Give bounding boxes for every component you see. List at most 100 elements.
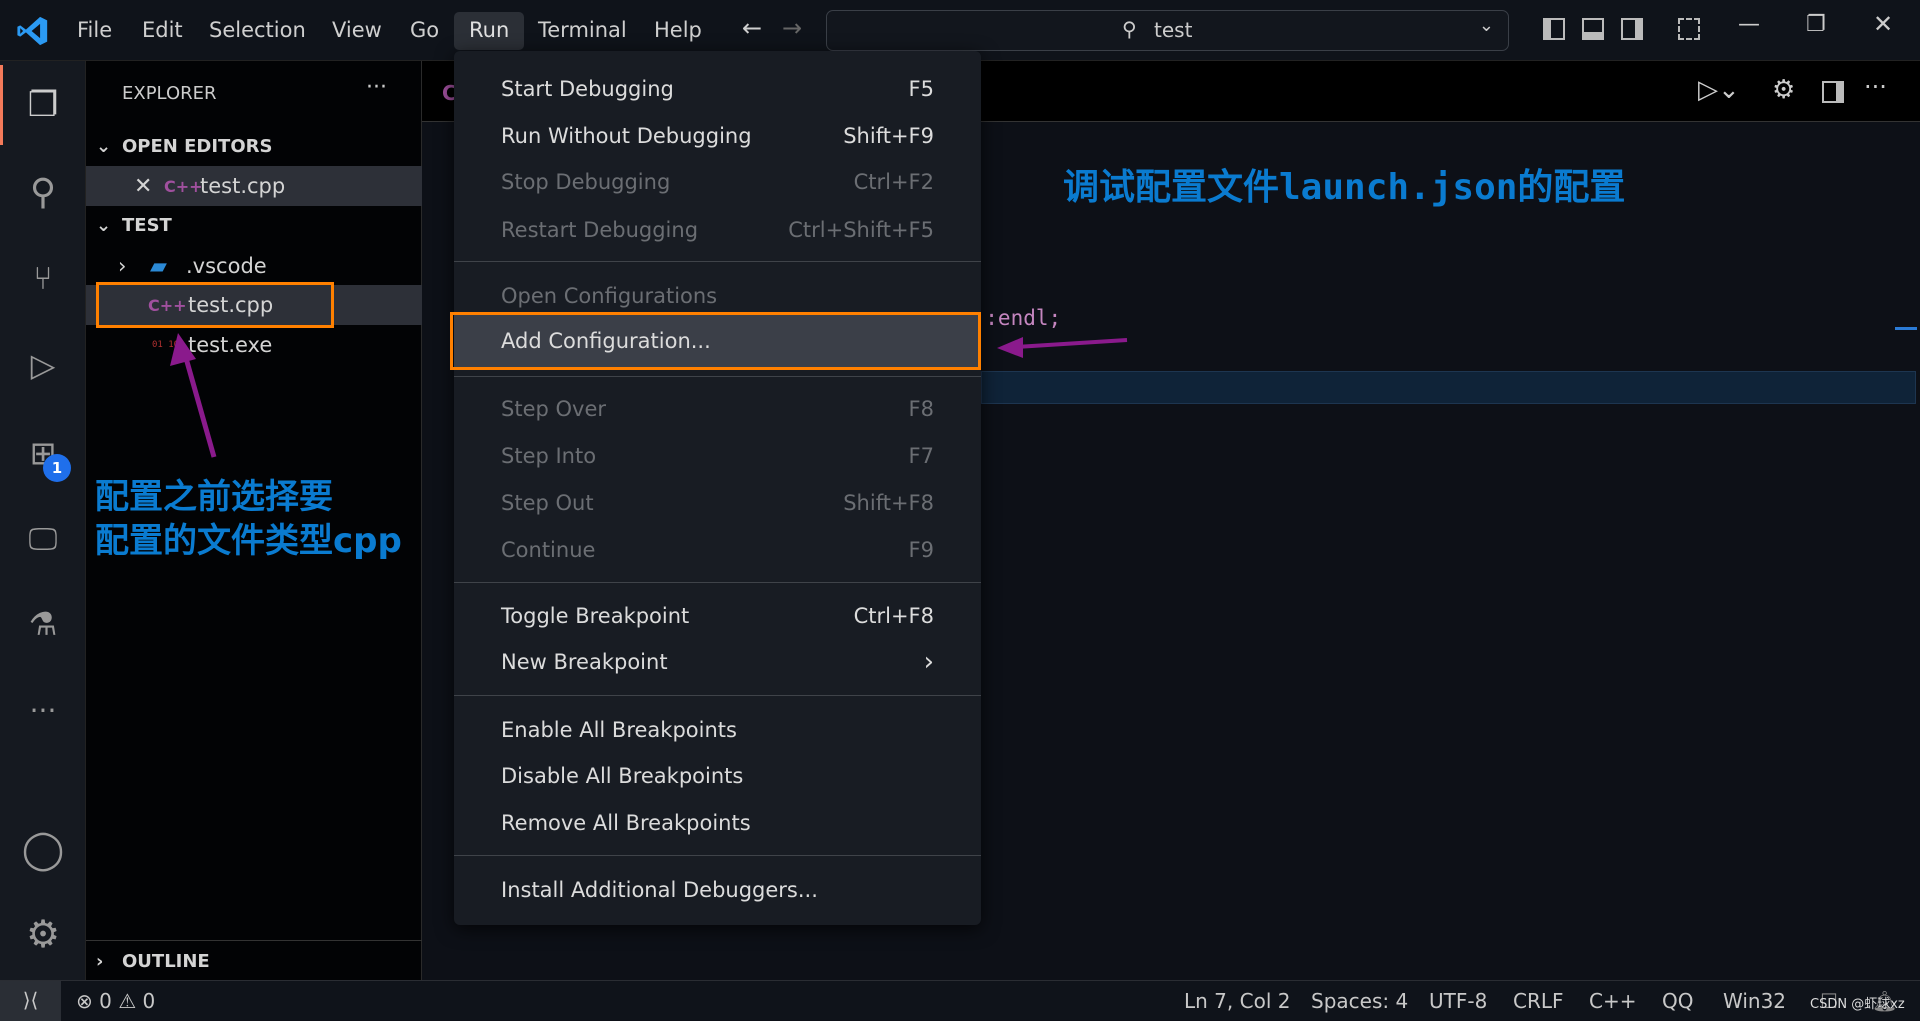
menu-item-label: Step Into bbox=[501, 444, 597, 468]
menu-item-label: Start Debugging bbox=[501, 77, 674, 101]
menu-run-label: Run bbox=[469, 18, 510, 42]
problems-indicator[interactable]: ⊗ 0 ⚠ 0 bbox=[76, 989, 155, 1013]
outline-label: OUTLINE bbox=[122, 950, 210, 972]
menu-item-run-without-debugging[interactable]: Run Without Debugging Shift+F9 bbox=[454, 113, 981, 159]
close-icon[interactable]: ✕ bbox=[1873, 10, 1893, 38]
menu-item-label: Stop Debugging bbox=[501, 170, 671, 194]
menu-item-label: New Breakpoint bbox=[501, 650, 668, 674]
menu-separator bbox=[454, 582, 981, 583]
current-line-highlight bbox=[981, 371, 1916, 404]
menu-item-label: Step Out bbox=[501, 491, 594, 515]
warning-icon: ⚠ bbox=[118, 989, 137, 1013]
toggle-secondary-sidebar-icon[interactable] bbox=[1621, 18, 1643, 40]
source-control-icon[interactable]: ⑂ bbox=[18, 253, 68, 303]
menu-item-stop-debugging: Stop Debugging Ctrl+F2 bbox=[454, 159, 981, 205]
search-icon: ⚲ bbox=[1122, 17, 1137, 41]
highlight-box bbox=[450, 312, 981, 370]
menu-separator bbox=[454, 855, 981, 856]
outline-header[interactable]: › OUTLINE bbox=[86, 941, 422, 981]
menu-item-remove-all-breakpoints[interactable]: Remove All Breakpoints bbox=[454, 800, 981, 846]
command-center-search[interactable]: ⚲ test ⌄ bbox=[826, 10, 1509, 51]
menu-item-label: Remove All Breakpoints bbox=[501, 811, 751, 835]
menu-item-label: Install Additional Debuggers... bbox=[501, 878, 818, 902]
menu-item-step-over: Step Over F8 bbox=[454, 386, 981, 432]
platform[interactable]: Win32 bbox=[1723, 989, 1786, 1013]
encoding[interactable]: UTF-8 bbox=[1429, 989, 1487, 1013]
warning-count: 0 bbox=[142, 989, 156, 1013]
split-editor-icon[interactable] bbox=[1822, 81, 1844, 103]
language-mode[interactable]: C++ bbox=[1589, 989, 1636, 1013]
search-icon[interactable]: ⚲ bbox=[18, 167, 68, 217]
maximize-icon[interactable]: ❐ bbox=[1806, 12, 1826, 37]
menu-item-label: Toggle Breakpoint bbox=[501, 604, 690, 628]
menu-go[interactable]: Go bbox=[410, 18, 439, 42]
menu-item-shortcut: Ctrl+F8 bbox=[853, 604, 934, 628]
gear-icon[interactable]: ⚙ bbox=[1772, 75, 1795, 105]
qq-item[interactable]: QQ bbox=[1662, 989, 1693, 1013]
search-text: test bbox=[1154, 18, 1193, 42]
editor-annotation: 调试配置文件launch.json的配置 bbox=[1063, 167, 1626, 208]
remote-indicator-icon[interactable]: ⟩⟨ bbox=[0, 981, 61, 1021]
menu-item-continue: Continue F9 bbox=[454, 527, 981, 573]
run-debug-dropdown-icon[interactable]: ▷⌄ bbox=[1698, 75, 1740, 105]
menu-item-label: Run Without Debugging bbox=[501, 124, 752, 148]
minimize-icon[interactable]: — bbox=[1738, 12, 1760, 37]
more-icon[interactable]: ··· bbox=[18, 685, 68, 735]
error-icon: ⊗ bbox=[76, 989, 93, 1013]
scrollbar-marker[interactable] bbox=[1895, 327, 1917, 330]
menu-item-new-breakpoint[interactable]: New Breakpoint › bbox=[454, 639, 981, 685]
menu-edit[interactable]: Edit bbox=[142, 18, 183, 42]
run-debug-icon[interactable]: ▷ bbox=[18, 340, 68, 390]
explorer-icon[interactable]: ❐ bbox=[18, 80, 68, 130]
toggle-panel-icon[interactable] bbox=[1582, 18, 1604, 40]
back-arrow-icon[interactable]: ← bbox=[742, 14, 762, 42]
menu-item-toggle-breakpoint[interactable]: Toggle Breakpoint Ctrl+F8 bbox=[454, 593, 981, 639]
menu-file[interactable]: File bbox=[77, 18, 112, 42]
menu-run[interactable]: Run bbox=[454, 12, 524, 50]
sidebar-annotation: 配置之前选择要 配置的文件类型cpp bbox=[95, 475, 402, 563]
status-bar: ⟩⟨ ⊗ 0 ⚠ 0 Ln 7, Col 2 Spaces: 4 UTF-8 C… bbox=[0, 980, 1920, 1021]
menu-help[interactable]: Help bbox=[654, 18, 702, 42]
menu-item-label: Step Over bbox=[501, 397, 606, 421]
remote-explorer-icon[interactable]: 🖵 bbox=[18, 514, 68, 564]
explorer-sidebar: EXPLORER ··· ⌄ OPEN EDITORS ✕ C++ test.cpp … bbox=[86, 61, 422, 980]
more-actions-icon[interactable]: ··· bbox=[1864, 73, 1887, 101]
account-icon[interactable]: ◯ bbox=[18, 824, 68, 874]
menu-item-label: Disable All Breakpoints bbox=[501, 764, 744, 788]
toggle-sidebar-icon[interactable] bbox=[1543, 18, 1565, 40]
menu-selection[interactable]: Selection bbox=[209, 18, 306, 42]
menu-item-label: Restart Debugging bbox=[501, 218, 699, 242]
cursor-position[interactable]: Ln 7, Col 2 bbox=[1184, 989, 1290, 1013]
menu-item-step-into: Step Into F7 bbox=[454, 433, 981, 479]
menu-item-enable-all-breakpoints[interactable]: Enable All Breakpoints bbox=[454, 707, 981, 753]
indentation[interactable]: Spaces: 4 bbox=[1311, 989, 1408, 1013]
menu-item-disable-all-breakpoints[interactable]: Disable All Breakpoints bbox=[454, 753, 981, 799]
run-menu-dropdown: Start Debugging F5 Run Without Debugging S… bbox=[450, 51, 981, 925]
end-of-line[interactable]: CRLF bbox=[1513, 989, 1564, 1013]
menu-separator bbox=[454, 376, 981, 377]
vscode-logo-icon bbox=[17, 16, 48, 46]
menu-item-shortcut: Shift+F8 bbox=[843, 491, 934, 515]
menu-item-install-debuggers[interactable]: Install Additional Debuggers... bbox=[454, 867, 981, 913]
watermark: CSDN @虾球xz bbox=[1810, 997, 1905, 1012]
annotation-line-2: 配置的文件类型cpp bbox=[95, 521, 402, 561]
annotation-line-1: 配置之前选择要 bbox=[95, 477, 333, 517]
menu-item-step-out: Step Out Shift+F8 bbox=[454, 480, 981, 526]
extensions-badge: 1 bbox=[43, 454, 71, 482]
menu-item-label: Enable All Breakpoints bbox=[501, 718, 737, 742]
menu-item-start-debugging[interactable]: Start Debugging F5 bbox=[454, 66, 981, 112]
menu-terminal[interactable]: Terminal bbox=[538, 18, 627, 42]
forward-arrow-icon[interactable]: → bbox=[782, 14, 802, 42]
customize-layout-icon[interactable] bbox=[1678, 18, 1700, 40]
submenu-chevron-icon: › bbox=[923, 647, 934, 677]
menu-item-shortcut: Ctrl+F2 bbox=[853, 170, 934, 194]
menu-view[interactable]: View bbox=[332, 18, 382, 42]
chevron-down-icon[interactable]: ⌄ bbox=[1479, 15, 1494, 36]
menu-item-restart-debugging: Restart Debugging Ctrl+Shift+F5 bbox=[454, 207, 981, 253]
active-indicator bbox=[0, 65, 3, 145]
settings-gear-icon[interactable]: ⚙ bbox=[18, 909, 68, 959]
menu-item-shortcut: Ctrl+Shift+F5 bbox=[788, 218, 934, 242]
testing-icon[interactable]: ⚗ bbox=[18, 599, 68, 649]
menu-item-shortcut: F8 bbox=[908, 397, 934, 421]
menu-item-shortcut: F5 bbox=[908, 77, 934, 101]
